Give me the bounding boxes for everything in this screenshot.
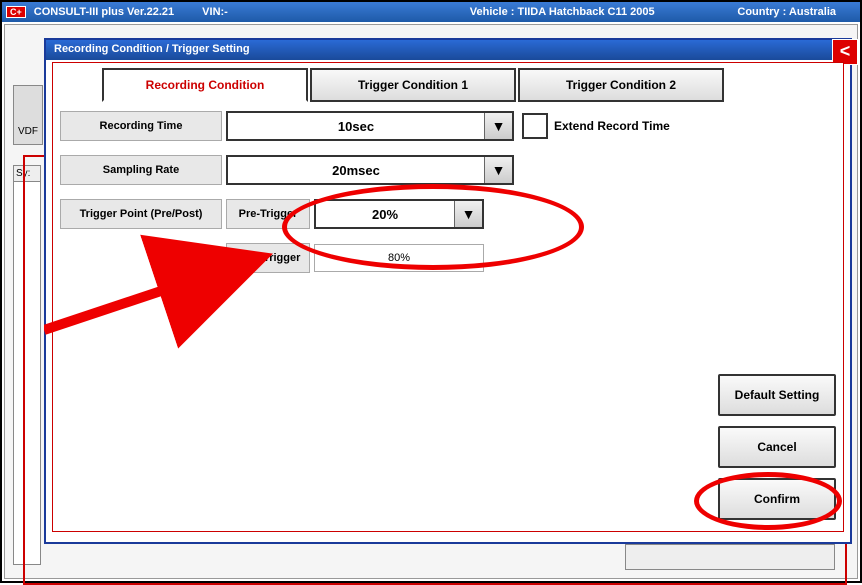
confirm-button[interactable]: Confirm — [718, 478, 836, 520]
chevron-down-icon: ▼ — [454, 201, 482, 227]
row-sampling-rate: Sampling Rate 20msec ▼ — [60, 154, 700, 186]
default-setting-button[interactable]: Default Setting — [718, 374, 836, 416]
trigger-point-label: Trigger Point (Pre/Post) — [60, 199, 222, 229]
post-trigger-value: 80% — [314, 244, 484, 272]
vehicle-field: Vehicle : TIIDA Hatchback C11 2005 — [470, 6, 710, 18]
chevron-down-icon: ▼ — [484, 157, 512, 183]
chevron-down-icon: ▼ — [484, 113, 512, 139]
row-pre-trigger: Trigger Point (Pre/Post) Pre-Trigger 20%… — [60, 198, 700, 230]
side-button-column: Default Setting Cancel Confirm — [718, 374, 836, 520]
country-field: Country : Australia — [737, 6, 836, 18]
bottom-toolbar-hint — [625, 544, 835, 570]
app-topbar: C+ CONSULT-III plus Ver.22.21 VIN:- Vehi… — [2, 2, 860, 22]
vin-field: VIN:- — [202, 6, 442, 18]
tab-trigger-condition-2[interactable]: Trigger Condition 2 — [518, 68, 724, 102]
recording-time-value: 10sec — [228, 119, 484, 134]
sampling-rate-value: 20msec — [228, 163, 484, 178]
pre-trigger-label: Pre-Trigger — [226, 199, 310, 229]
tab-trigger-condition-1[interactable]: Trigger Condition 1 — [310, 68, 516, 102]
recording-time-label: Recording Time — [60, 111, 222, 141]
pre-trigger-value: 20% — [316, 207, 454, 222]
tab-recording-condition[interactable]: Recording Condition — [102, 68, 308, 102]
row-recording-time: Recording Time 10sec ▼ Extend Record Tim… — [60, 110, 700, 142]
modal-titlebar: Recording Condition / Trigger Setting — [46, 40, 850, 60]
app-title: CONSULT-III plus Ver.22.21 — [34, 6, 174, 18]
pre-trigger-dropdown[interactable]: 20% ▼ — [314, 199, 484, 229]
tab-strip: Recording Condition Trigger Condition 1 … — [102, 68, 726, 102]
extend-record-label: Extend Record Time — [554, 119, 670, 133]
recording-time-dropdown[interactable]: 10sec ▼ — [226, 111, 514, 141]
row-post-trigger: Post-Trigger 80% — [60, 242, 700, 274]
recording-condition-modal: Recording Condition / Trigger Setting < … — [44, 38, 852, 544]
sampling-rate-label: Sampling Rate — [60, 155, 222, 185]
vdr-sidebar-icon[interactable]: VDF — [13, 85, 43, 145]
form-area: Recording Time 10sec ▼ Extend Record Tim… — [60, 110, 700, 286]
extend-record-checkbox[interactable] — [522, 113, 548, 139]
cancel-button[interactable]: Cancel — [718, 426, 836, 468]
sampling-rate-dropdown[interactable]: 20msec ▼ — [226, 155, 514, 185]
spacer — [60, 243, 222, 273]
post-trigger-label: Post-Trigger — [226, 243, 310, 273]
app-badge-icon: C+ — [6, 6, 26, 18]
